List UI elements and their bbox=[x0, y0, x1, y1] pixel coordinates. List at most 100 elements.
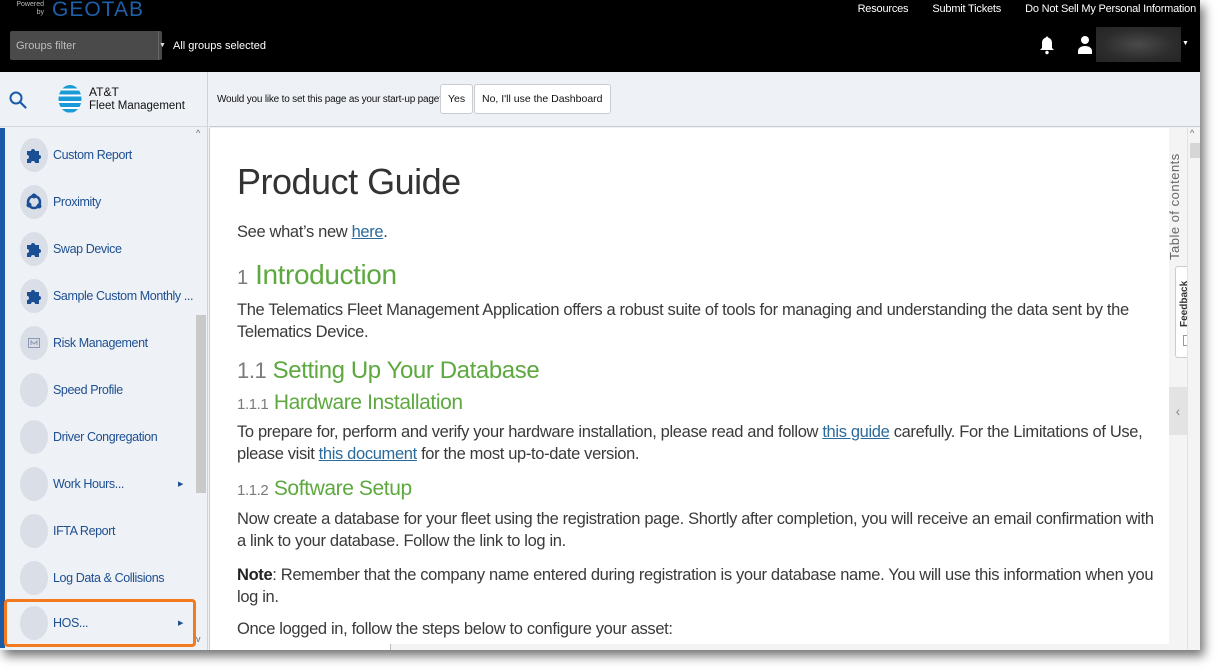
chevron-down-icon[interactable]: ▼ bbox=[1182, 40, 1189, 47]
chevron-right-icon: ▶ bbox=[178, 620, 184, 627]
section-title: Introduction bbox=[255, 259, 397, 290]
sidebar-item-log-data-collisions[interactable]: Log Data & Collisions bbox=[8, 556, 188, 600]
sidebar-item-label: Proximity bbox=[53, 195, 101, 209]
punctuation: . bbox=[383, 223, 388, 241]
whats-new-link[interactable]: here bbox=[352, 223, 384, 241]
note-text: : Remember that the company name entered… bbox=[237, 566, 1154, 606]
document-panel: Product Guide See what’s new here. 1 Int… bbox=[209, 128, 1169, 650]
whats-new-line: See what’s new here. bbox=[237, 221, 388, 243]
user-icon[interactable] bbox=[1077, 35, 1093, 55]
sidebar-item-label: Risk Management bbox=[53, 336, 148, 350]
chevron-left-icon: ‹ bbox=[1175, 403, 1181, 419]
document-scroll-thumb[interactable] bbox=[1190, 143, 1200, 158]
software-paragraph: Now create a database for your fleet usi… bbox=[237, 510, 1154, 550]
note-paragraph: Note: Remember that the company name ent… bbox=[237, 564, 1162, 608]
scroll-up-icon[interactable]: ^ bbox=[196, 128, 200, 138]
hardware-paragraph: To prepare for, perform and verify your … bbox=[237, 421, 1162, 465]
table-of-contents-label[interactable]: Table of contents bbox=[1167, 140, 1182, 260]
sidebar-item-label: HOS... bbox=[53, 616, 89, 630]
bell-icon[interactable] bbox=[1039, 35, 1055, 55]
sidebar-item-custom-report[interactable]: Custom Report bbox=[8, 133, 188, 177]
blank-icon bbox=[20, 561, 48, 595]
section-number: 1.1.2 bbox=[237, 482, 269, 499]
section-heading-introduction: 1 Introduction bbox=[237, 259, 397, 291]
section-number: 1 bbox=[237, 267, 248, 289]
section-number: 1.1.1 bbox=[237, 396, 269, 413]
scroll-up-icon[interactable]: ^ bbox=[1190, 128, 1194, 138]
sidebar-item-label: Swap Device bbox=[53, 242, 122, 256]
right-rail: Table of contents Feedback ‹ ^ bbox=[1167, 128, 1200, 650]
section-heading-hardware-installation: 1.1.1 Hardware Installation bbox=[237, 391, 463, 415]
powered-by-label: Powered by bbox=[16, 1, 44, 16]
sidebar-item-speed-profile[interactable]: Speed Profile bbox=[8, 368, 188, 412]
top-header: Powered by GEOTAB Resources Submit Ticke… bbox=[0, 0, 1200, 72]
sidebar-scrollbar[interactable]: ^ v bbox=[194, 128, 207, 648]
section-number: 1.1 bbox=[237, 358, 267, 383]
geotab-logo[interactable]: GEOTAB bbox=[52, 0, 144, 22]
intro-paragraph: The Telematics Fleet Management Applicat… bbox=[237, 301, 1129, 341]
blank-icon bbox=[20, 420, 48, 454]
blank-icon bbox=[20, 373, 48, 407]
username-blurred[interactable] bbox=[1096, 27, 1181, 62]
resources-link[interactable]: Resources bbox=[858, 3, 909, 15]
scroll-down-icon[interactable]: v bbox=[196, 634, 201, 644]
section-heading-setting-up-database: 1.1 Setting Up Your Database bbox=[237, 357, 540, 385]
sidebar-item-label: Driver Congregation bbox=[53, 430, 158, 444]
section-title: Software Setup bbox=[273, 477, 412, 500]
proximity-icon bbox=[20, 185, 48, 219]
sidebar-item-label: Sample Custom Monthly ... bbox=[53, 289, 194, 303]
sidebar-scroll-thumb[interactable] bbox=[196, 315, 206, 493]
sidebar-item-work-hours[interactable]: Work Hours... ▶ bbox=[8, 462, 188, 506]
chevron-down-icon: ▼ bbox=[159, 42, 166, 49]
brand-name: AT&T bbox=[89, 85, 119, 99]
att-globe-logo bbox=[58, 85, 82, 113]
document-scrollbar[interactable]: ^ bbox=[1187, 128, 1200, 650]
section-title: Hardware Installation bbox=[273, 391, 463, 414]
this-guide-link[interactable]: this guide bbox=[822, 423, 889, 441]
paragraph-text: for the most up-to-date version. bbox=[416, 445, 640, 463]
groups-filter-input[interactable] bbox=[10, 31, 158, 60]
do-not-sell-link[interactable]: Do Not Sell My Personal Information bbox=[1025, 3, 1196, 15]
sidebar-nav: Custom Report Proximity Swap Device Samp… bbox=[0, 128, 208, 650]
collapse-panel-button[interactable]: ‹ bbox=[1169, 387, 1187, 435]
sidebar-item-ifta-report[interactable]: IFTA Report bbox=[8, 509, 188, 553]
submit-tickets-link[interactable]: Submit Tickets bbox=[932, 3, 1001, 15]
chevron-right-icon: ▶ bbox=[178, 481, 184, 488]
sidebar-item-swap-device[interactable]: Swap Device bbox=[8, 227, 188, 271]
blank-icon bbox=[20, 606, 48, 640]
table-of-contents-tab[interactable]: Table of contents bbox=[1167, 140, 1187, 260]
sidebar-brand: AT&T Fleet Management bbox=[0, 72, 208, 127]
sidebar-item-label: Work Hours... bbox=[53, 477, 124, 491]
brand-subtitle: Fleet Management bbox=[89, 100, 185, 112]
blank-icon bbox=[20, 467, 48, 501]
groups-filter-dropdown-button[interactable]: ▼ bbox=[158, 31, 166, 60]
blank-icon bbox=[20, 514, 48, 548]
sidebar-item-label: Custom Report bbox=[53, 148, 132, 162]
this-document-link[interactable]: this document bbox=[319, 445, 418, 463]
sidebar-item-risk-management[interactable]: Risk Management bbox=[8, 321, 188, 365]
sidebar-item-hos[interactable]: HOS... ▶ bbox=[4, 599, 196, 647]
yes-button[interactable]: Yes bbox=[440, 84, 474, 114]
sidebar-item-label: Speed Profile bbox=[53, 383, 123, 397]
top-links: Resources Submit Tickets Do Not Sell My … bbox=[858, 3, 1197, 15]
steps-table bbox=[390, 644, 1169, 650]
section-heading-software-setup: 1.1.2 Software Setup bbox=[237, 477, 412, 501]
startup-page-prompt: Would you like to set this page as your … bbox=[209, 72, 1200, 127]
sidebar-item-proximity[interactable]: Proximity bbox=[8, 180, 188, 224]
puzzle-icon bbox=[20, 232, 48, 266]
app-window: Powered by GEOTAB Resources Submit Ticke… bbox=[0, 0, 1200, 650]
search-icon[interactable] bbox=[9, 91, 27, 109]
sidebar: AT&T Fleet Management Custom Report Prox… bbox=[0, 72, 208, 650]
groups-filter[interactable]: ▼ bbox=[10, 31, 166, 60]
whats-new-text: See what’s new bbox=[237, 223, 352, 241]
sidebar-item-driver-congregation[interactable]: Driver Congregation bbox=[8, 415, 188, 459]
use-dashboard-button[interactable]: No, I'll use the Dashboard bbox=[474, 84, 611, 114]
puzzle-icon bbox=[20, 138, 48, 172]
section-title: Setting Up Your Database bbox=[272, 357, 540, 384]
sidebar-item-sample-custom-monthly[interactable]: Sample Custom Monthly ... bbox=[8, 274, 193, 318]
sidebar-item-label: Log Data & Collisions bbox=[53, 571, 165, 585]
startup-question: Would you like to set this page as your … bbox=[217, 94, 445, 105]
note-label: Note bbox=[237, 566, 273, 584]
steps-intro: Once logged in, follow the steps below t… bbox=[237, 620, 673, 638]
puzzle-icon bbox=[20, 279, 48, 313]
